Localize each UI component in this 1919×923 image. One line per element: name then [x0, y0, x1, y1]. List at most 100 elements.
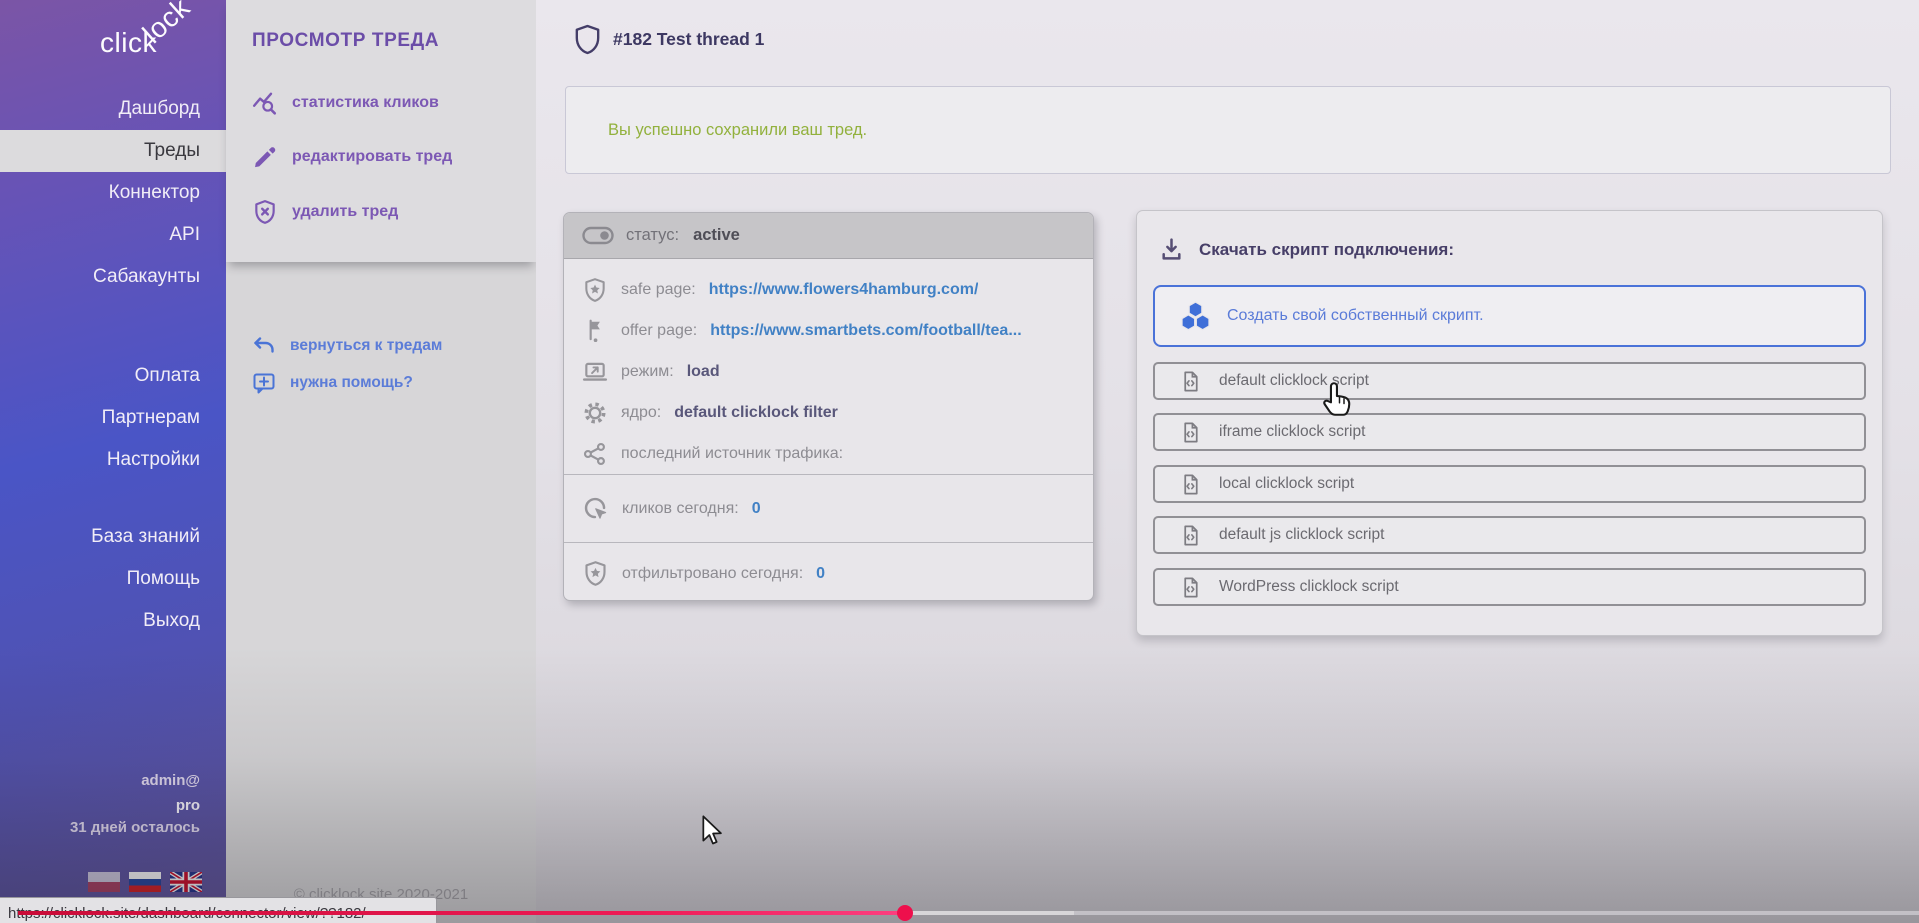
success-alert: Вы успешно сохранили ваш тред.	[565, 86, 1891, 174]
sidebar-item-dashboard[interactable]: Дашборд	[0, 88, 226, 130]
sidebar-item-subaccounts[interactable]: Сабакаунты	[0, 256, 226, 298]
sidebar-item-label: Партнерам	[102, 407, 200, 429]
shield-icon	[574, 24, 601, 55]
thread-header: #182 Test thread 1	[574, 24, 764, 55]
shield-star-icon	[582, 277, 608, 303]
user-days-left: 31 дней осталось	[0, 819, 226, 836]
share-icon	[582, 441, 608, 467]
clicklock-logo[interactable]: click lock	[0, 0, 226, 90]
uk-flag-icon[interactable]	[170, 872, 202, 892]
sidebar-item-help[interactable]: Помощь	[0, 558, 226, 600]
user-email: admin@	[0, 772, 226, 789]
create-custom-script-label: Создать свой собственный скрипт.	[1227, 307, 1484, 325]
pencil-icon	[252, 144, 278, 170]
script-button-label: local clicklock script	[1219, 475, 1354, 493]
script-button-label: WordPress clicklock script	[1219, 578, 1399, 596]
sidebar-item-payment[interactable]: Оплата	[0, 355, 226, 397]
laptop-arrow-icon	[582, 359, 608, 385]
page-title: #182 Test thread 1	[613, 29, 764, 50]
row-label: последний источник трафика:	[621, 445, 843, 463]
app-screen: click lock Дашборд Треды Коннектор API С…	[0, 0, 1919, 923]
russia-flag-icon[interactable]	[129, 872, 161, 892]
download-scripts-card: Скачать скрипт подключения: Создать свой…	[1136, 210, 1883, 636]
row-offer-page: offer page: https://www.smartbets.com/fo…	[564, 310, 1093, 351]
row-mode: режим: load	[564, 351, 1093, 392]
main-content: #182 Test thread 1 Вы успешно сохранили …	[536, 0, 1919, 923]
sidebar-item-label: Настройки	[107, 449, 200, 471]
gear-icon	[582, 400, 608, 426]
download-default-js-script-button[interactable]: default js clicklock script	[1153, 516, 1866, 554]
filtered-today-value: 0	[816, 565, 825, 583]
sidebar-item-label: Оплата	[135, 365, 200, 387]
chart-search-icon	[252, 90, 278, 116]
sidebar-item-connector[interactable]: Коннектор	[0, 172, 226, 214]
progress-remaining	[1074, 911, 1919, 915]
sidebar-item-label: Треды	[144, 140, 200, 162]
script-button-label: default clicklock script	[1219, 372, 1369, 390]
status-label: статус:	[626, 226, 679, 245]
cubes-icon	[1179, 300, 1212, 333]
download-wordpress-script-button[interactable]: WordPress clicklock script	[1153, 568, 1866, 606]
language-switcher	[88, 872, 202, 892]
sidebar-item-logout[interactable]: Выход	[0, 600, 226, 642]
sidebar-item-label: Помощь	[127, 568, 200, 590]
download-iframe-script-button[interactable]: iframe clicklock script	[1153, 413, 1866, 451]
code-file-icon	[1179, 421, 1202, 444]
sidebar-item-settings[interactable]: Настройки	[0, 439, 226, 481]
sidebar-item-label: Дашборд	[119, 98, 200, 120]
stat-label: отфильтровано сегодня:	[622, 565, 803, 583]
sidebar-item-api[interactable]: API	[0, 214, 226, 256]
create-custom-script-button[interactable]: Создать свой собственный скрипт.	[1153, 285, 1866, 347]
poland-flag-icon[interactable]	[88, 872, 120, 892]
sidebar-item-label: Сабакаунты	[93, 266, 200, 288]
row-label: offer page:	[621, 322, 697, 340]
row-clicks-today: кликов сегодня: 0	[564, 474, 1093, 542]
sidebar-item-partners[interactable]: Партнерам	[0, 397, 226, 439]
safe-page-link[interactable]: https://www.flowers4hamburg.com/	[709, 281, 979, 299]
undo-arrow-icon	[252, 334, 276, 358]
success-alert-text: Вы успешно сохранили ваш тред.	[608, 121, 867, 140]
sidebar-item-label: База знаний	[91, 526, 200, 548]
action-delete-thread[interactable]: удалить тред	[252, 196, 398, 228]
offer-page-link[interactable]: https://www.smartbets.com/football/tea..…	[710, 322, 1021, 340]
link-need-help[interactable]: нужна помощь?	[252, 367, 413, 399]
download-local-script-button[interactable]: local clicklock script	[1153, 465, 1866, 503]
browser-link-preview: https://clicklock.site/dashboard/connect…	[0, 897, 437, 923]
status-value: active	[693, 226, 740, 245]
action-edit-thread[interactable]: редактировать тред	[252, 141, 452, 173]
row-last-traffic-source: последний источник трафика:	[564, 433, 1093, 474]
link-label: вернуться к тредам	[290, 337, 442, 355]
action-click-statistics[interactable]: статистика кликов	[252, 87, 439, 119]
shield-star-icon	[582, 560, 609, 587]
submenu-title: ПРОСМОТР ТРЕДА	[252, 30, 439, 52]
download-icon	[1159, 237, 1184, 262]
sidebar-item-threads[interactable]: Треды	[0, 130, 226, 172]
link-back-to-threads[interactable]: вернуться к тредам	[252, 330, 442, 362]
clicks-today-value: 0	[752, 500, 761, 518]
action-label: статистика кликов	[292, 94, 439, 112]
code-file-icon	[1179, 576, 1202, 599]
row-core: ядро: default clicklock filter	[564, 392, 1093, 433]
flag-icon	[582, 318, 608, 344]
sidebar-item-knowledge-base[interactable]: База знаний	[0, 516, 226, 558]
user-plan-badge: pro	[0, 797, 226, 814]
thread-status-card: статус: active safe page: https://www.fl…	[563, 212, 1094, 601]
row-label: safe page:	[621, 281, 696, 299]
progress-scrubber[interactable]	[897, 905, 913, 921]
shield-x-icon	[252, 199, 278, 225]
progress-buffered	[912, 911, 1074, 915]
download-default-script-button[interactable]: default clicklock script	[1153, 362, 1866, 400]
video-progress-bar[interactable]	[0, 911, 1919, 915]
code-file-icon	[1179, 370, 1202, 393]
sidebar: click lock Дашборд Треды Коннектор API С…	[0, 0, 226, 923]
status-rows: safe page: https://www.flowers4hamburg.c…	[564, 259, 1093, 474]
toggle-icon	[582, 225, 614, 246]
script-button-label: default js clicklock script	[1219, 526, 1384, 544]
row-label: ядро:	[621, 404, 661, 422]
mode-value: load	[687, 363, 720, 381]
action-label: редактировать тред	[292, 148, 452, 166]
thread-submenu: ПРОСМОТР ТРЕДА статистика кликов редакти…	[226, 0, 536, 923]
stat-label: кликов сегодня:	[622, 500, 739, 518]
link-label: нужна помощь?	[290, 374, 413, 392]
sidebar-item-label: Выход	[143, 610, 200, 632]
